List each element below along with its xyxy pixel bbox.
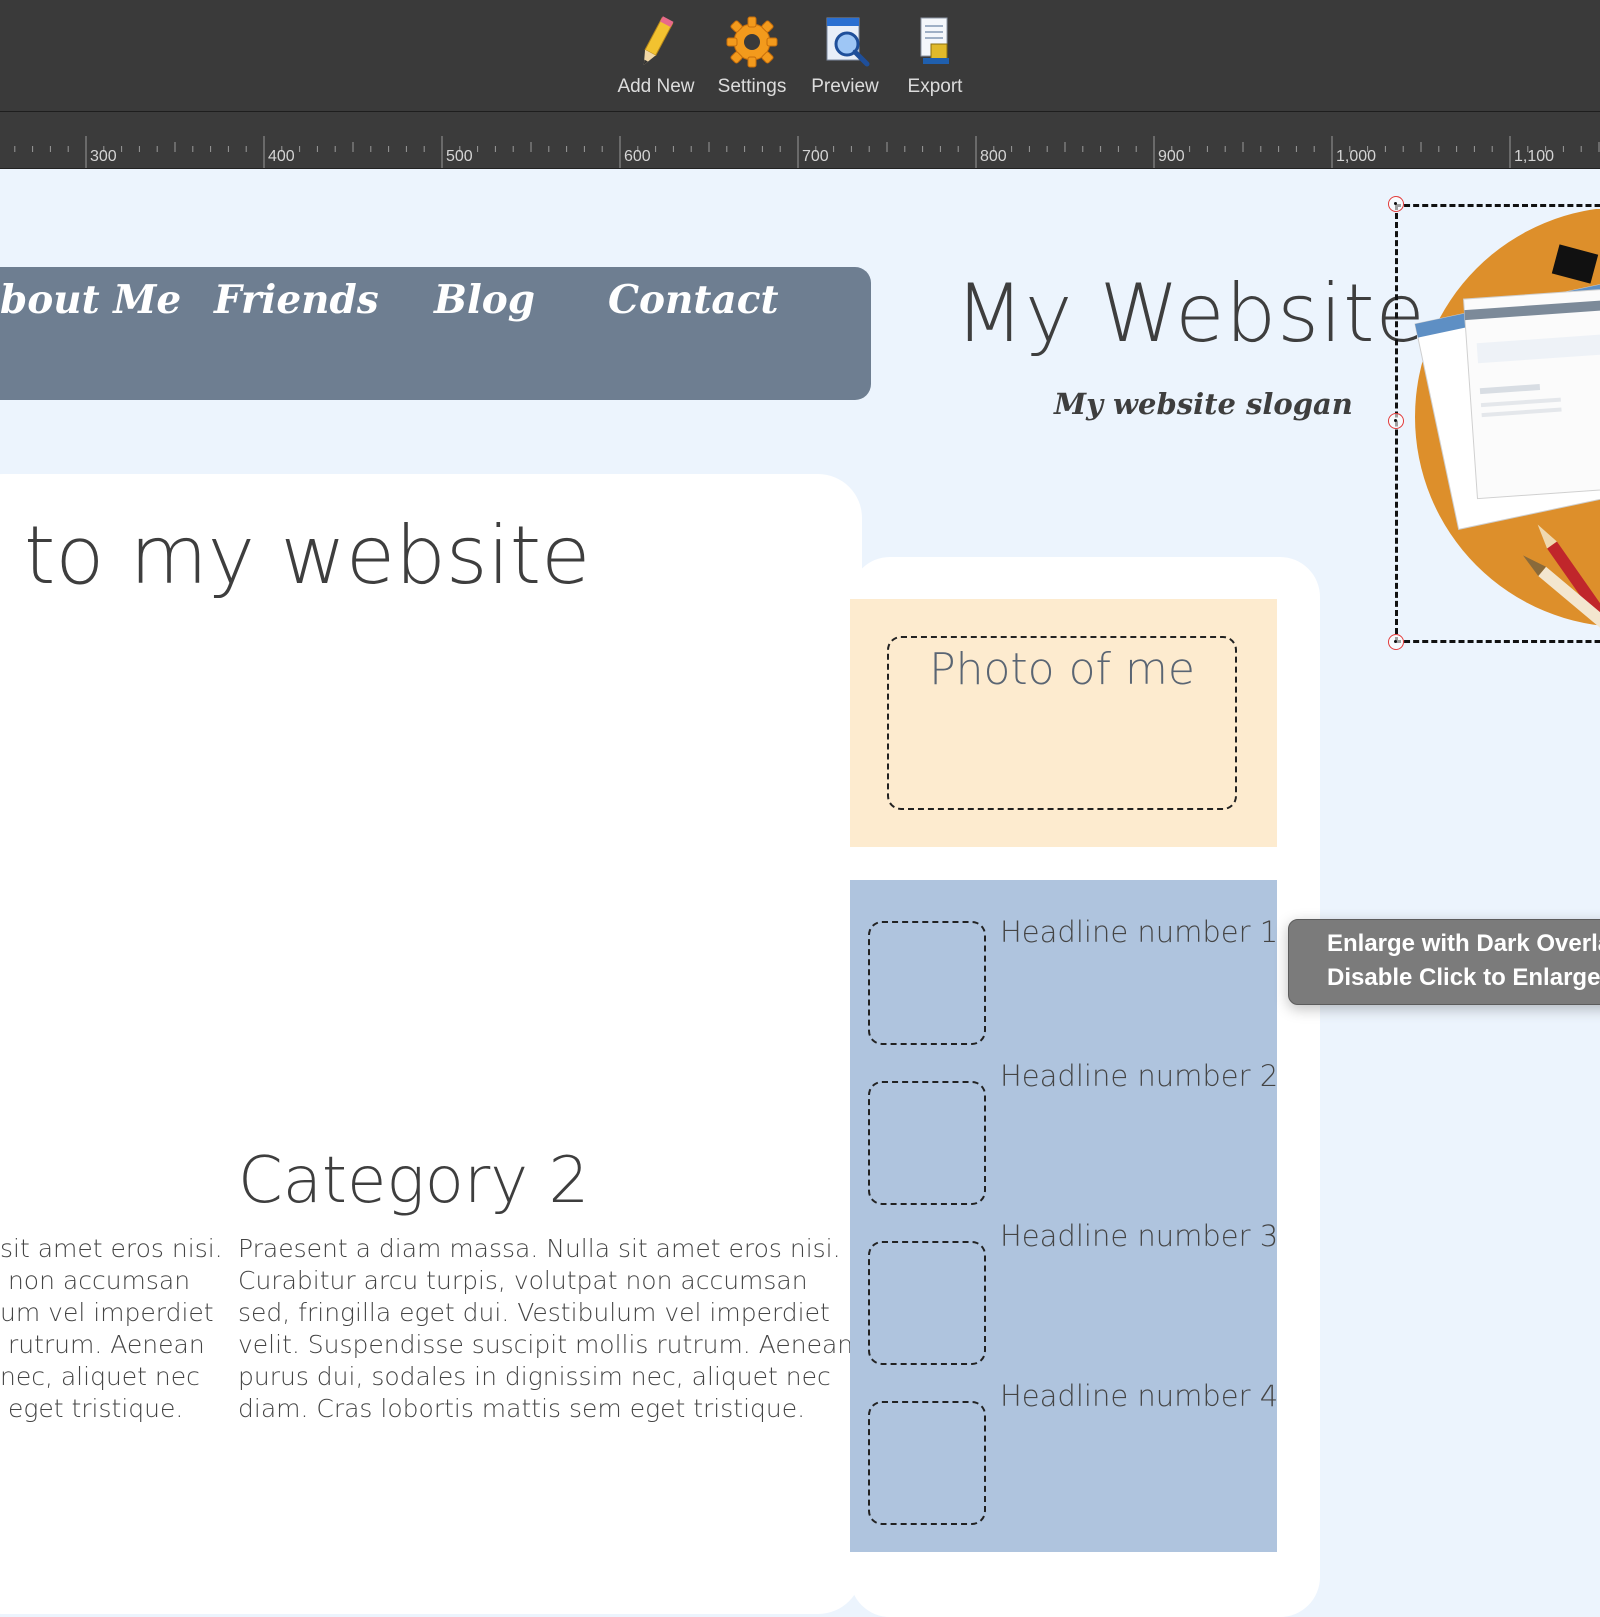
headline-4[interactable]: Headline number 4: [1000, 1379, 1278, 1413]
ruler-label: 1,100: [1514, 148, 1555, 165]
site-slogan[interactable]: My website slogan: [1054, 387, 1353, 421]
resize-handle-left[interactable]: [1388, 413, 1404, 429]
enlarge-dark-overlay-option[interactable]: Enlarge with Dark Overla: [1327, 930, 1600, 958]
headline-thumbnail-placeholder[interactable]: [868, 921, 986, 1045]
design-canvas[interactable]: bout Me Friends Blog Contact My Website …: [0, 169, 1600, 1617]
headline-3[interactable]: Headline number 3: [1000, 1219, 1278, 1253]
export-document-icon: [920, 17, 949, 64]
horizontal-ruler: 300 400 500 600 700 800 900 1,000 1,100: [0, 112, 1600, 169]
preview-button[interactable]: Preview: [797, 14, 893, 98]
ruler-label: 700: [802, 148, 829, 165]
ruler-label: 900: [1158, 148, 1185, 165]
headline-thumbnail-placeholder[interactable]: [868, 1081, 986, 1205]
photo-label: Photo of me: [929, 644, 1195, 695]
add-new-button[interactable]: Add New: [608, 14, 704, 98]
category1-text[interactable]: sit amet eros nisi. non accumsan um vel …: [0, 1233, 223, 1425]
resize-handle-top-left[interactable]: [1388, 196, 1404, 212]
category2-title[interactable]: Category 2: [238, 1144, 589, 1218]
resize-handle-bottom-left[interactable]: [1388, 634, 1404, 650]
ruler-label: 800: [980, 148, 1007, 165]
disable-click-to-enlarge-option[interactable]: Disable Click to Enlarge: [1327, 964, 1600, 992]
export-label: Export: [907, 76, 963, 97]
nav-blog[interactable]: Blog: [434, 277, 535, 323]
settings-label: Settings: [717, 76, 787, 97]
headline-2[interactable]: Headline number 2: [1000, 1059, 1278, 1093]
site-title[interactable]: My Website: [955, 267, 1426, 360]
toolbar: Add New Settings Preview Export: [0, 0, 1600, 112]
main-content-panel[interactable]: [0, 474, 862, 1614]
ruler-label: 500: [446, 148, 473, 165]
category2-text[interactable]: Praesent a diam massa. Nulla sit amet er…: [238, 1233, 853, 1425]
preview-label: Preview: [811, 76, 879, 97]
photo-placeholder[interactable]: Photo of me: [887, 636, 1237, 810]
image-options-popup: Enlarge with Dark Overla Disable Click t…: [1288, 919, 1600, 1005]
gear-icon: [726, 16, 778, 68]
nav-friends[interactable]: Friends: [214, 277, 379, 323]
headline-thumbnail-placeholder[interactable]: [868, 1401, 986, 1525]
headline-1[interactable]: Headline number 1: [1000, 915, 1278, 949]
export-button[interactable]: Export: [887, 14, 983, 98]
magnifier-document-icon: [826, 17, 870, 67]
welcome-heading[interactable]: to my website: [24, 509, 590, 602]
ruler-label: 400: [268, 148, 295, 165]
ruler-label: 600: [624, 148, 651, 165]
pencil-icon: [643, 16, 674, 65]
headline-thumbnail-placeholder[interactable]: [868, 1241, 986, 1365]
ruler-label: 1,000: [1336, 148, 1377, 165]
nav-contact[interactable]: Contact: [608, 277, 778, 323]
add-new-label: Add New: [617, 76, 695, 97]
ruler-label: 300: [90, 148, 117, 165]
nav-about-me[interactable]: bout Me: [0, 277, 181, 323]
settings-button[interactable]: Settings: [704, 14, 800, 98]
image-selection-frame[interactable]: [1395, 204, 1600, 643]
